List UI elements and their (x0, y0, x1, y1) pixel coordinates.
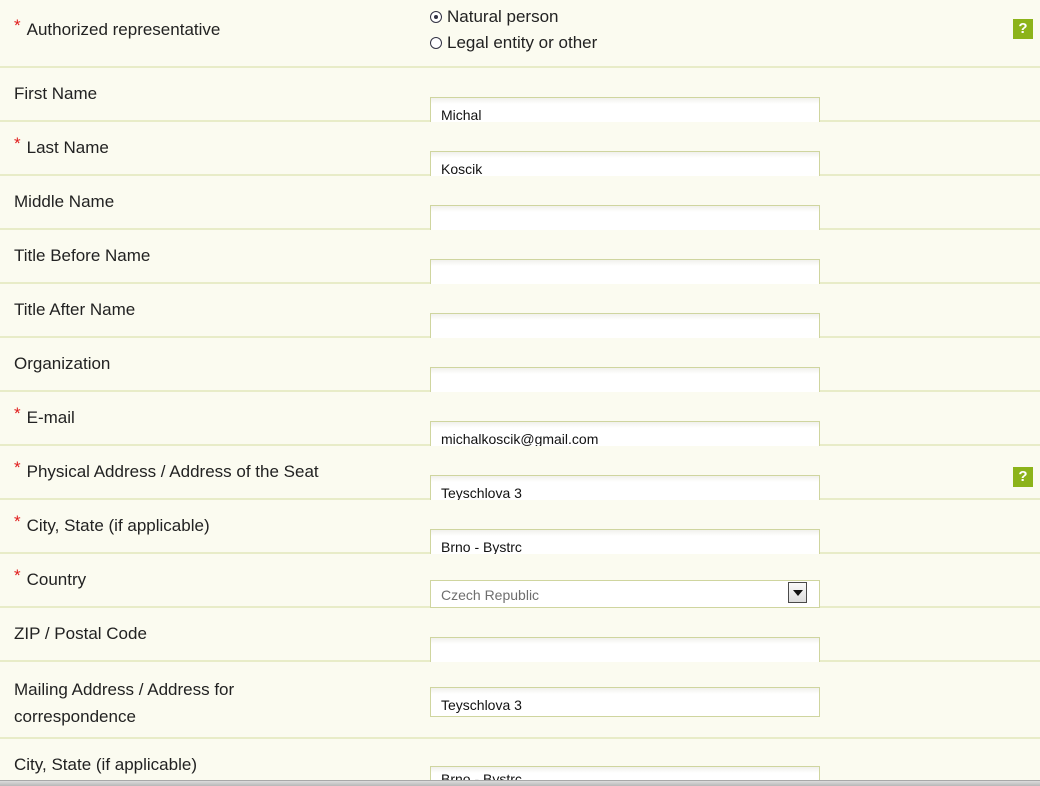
mailing-address-label: Mailing Address / Address for correspond… (14, 680, 235, 726)
physical-address-label: * Physical Address / Address of the Seat (14, 458, 319, 481)
radio-legal-entity-label[interactable]: Legal entity or other (447, 31, 597, 55)
city-state-label: * City, State (if applicable) (14, 512, 210, 535)
row-first-name: First Name (0, 68, 1040, 127)
row-city-state: * City, State (if applicable) (0, 500, 1040, 559)
row-email: * E-mail (0, 392, 1040, 451)
help-icon[interactable]: ? (1013, 467, 1033, 487)
email-label: * E-mail (14, 404, 75, 427)
row-zip: ZIP / Postal Code (0, 608, 1040, 667)
required-marker: * (14, 134, 21, 153)
row-title-after-name: Title After Name (0, 284, 1040, 343)
row-title-before-name: Title Before Name (0, 230, 1040, 289)
first-name-label: First Name (14, 84, 98, 103)
help-icon[interactable]: ? (1013, 19, 1033, 39)
radio-natural-person-label[interactable]: Natural person (447, 5, 559, 29)
title-after-name-label: Title After Name (14, 300, 136, 319)
middle-name-label: Middle Name (14, 192, 115, 211)
row-organization: Organization (0, 338, 1040, 397)
authorized-representative-label: * Authorized representative (14, 16, 221, 39)
last-name-label: * Last Name (14, 134, 109, 157)
row-last-name: * Last Name (0, 122, 1040, 181)
radio-legal-entity[interactable]: Legal entity or other (430, 31, 597, 55)
required-marker: * (14, 404, 21, 423)
row-physical-address: * Physical Address / Address of the Seat … (0, 446, 1040, 505)
radio-checked-icon[interactable] (430, 11, 442, 23)
contact-form: * Authorized representative Natural perso… (0, 0, 1040, 786)
row-country: * Country Czech Republic (0, 554, 1040, 608)
row-middle-name: Middle Name (0, 176, 1040, 235)
dropdown-arrow-icon[interactable] (788, 582, 807, 603)
required-marker: * (14, 16, 21, 35)
window-bottom-edge (0, 780, 1040, 786)
representative-type-radio-group: Natural person Legal entity or other (430, 5, 597, 57)
zip-label: ZIP / Postal Code (14, 624, 147, 643)
radio-unchecked-icon[interactable] (430, 37, 442, 49)
required-marker: * (14, 512, 21, 531)
row-mailing-city: City, State (if applicable) (0, 739, 1040, 786)
organization-label: Organization (14, 354, 111, 373)
radio-natural-person[interactable]: Natural person (430, 5, 597, 29)
row-authorized-representative: * Authorized representative Natural perso… (0, 0, 1040, 68)
required-marker: * (14, 458, 21, 477)
country-select[interactable]: Czech Republic (430, 580, 820, 608)
mailing-city-label: City, State (if applicable) (14, 755, 197, 774)
mailing-address-input[interactable] (430, 687, 820, 717)
country-select-value: Czech Republic (441, 587, 540, 603)
row-mailing-address: Mailing Address / Address for correspond… (0, 662, 1040, 739)
country-label: * Country (14, 566, 87, 589)
title-before-name-label: Title Before Name (14, 246, 151, 265)
required-marker: * (14, 566, 21, 585)
